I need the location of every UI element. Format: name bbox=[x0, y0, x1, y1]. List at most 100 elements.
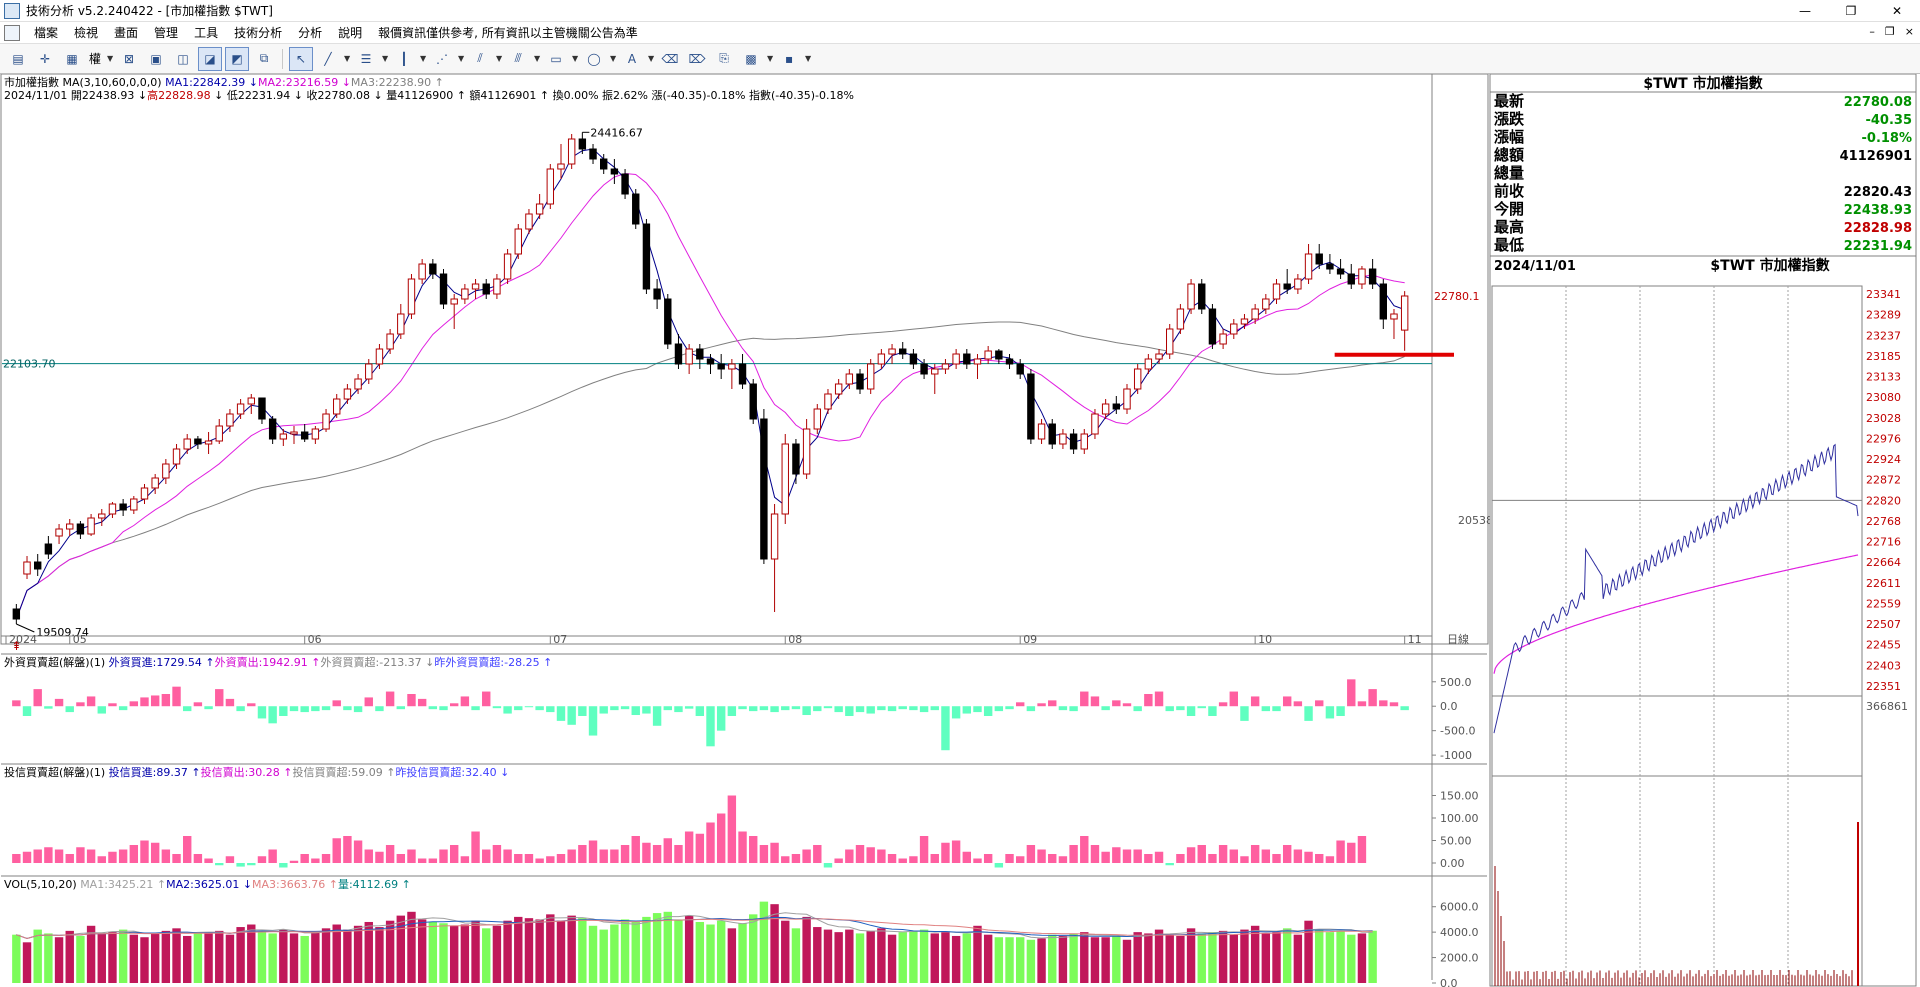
menu-file[interactable]: 檔案 bbox=[26, 24, 66, 41]
settings-chart-icon[interactable]: ⧉ bbox=[252, 47, 276, 71]
indicator-bar bbox=[1058, 935, 1068, 983]
chevron-down-icon[interactable]: ▼ bbox=[647, 47, 655, 71]
menu-tools[interactable]: 工具 bbox=[186, 24, 226, 41]
x-tick-label: 08 bbox=[788, 633, 802, 646]
indicator-bar bbox=[364, 921, 373, 983]
chevron-down-icon[interactable]: ▼ bbox=[457, 47, 465, 71]
chevron-down-icon[interactable]: ▼ bbox=[609, 47, 617, 71]
indicator-bar bbox=[279, 863, 288, 868]
channel-icon[interactable]: ⫻ bbox=[506, 47, 530, 71]
minimize-button[interactable]: — bbox=[1782, 0, 1828, 22]
candlestick-pane[interactable]: 市加權指數 MA(3,10,60,0,0,0) MA1:22842.39 ↓MA… bbox=[0, 74, 1691, 980]
candle-body bbox=[279, 433, 288, 440]
volume-pane[interactable]: VOL(5,10,20) MA1:3425.21 ↑MA2:3625.01 ↓M… bbox=[1, 875, 1487, 987]
indicator-bar bbox=[919, 836, 929, 863]
indicator-bar bbox=[108, 703, 117, 707]
cursor-tool-icon[interactable]: ↖ bbox=[289, 46, 314, 71]
indicator-bar bbox=[1154, 851, 1164, 863]
indicator-bar bbox=[108, 851, 117, 863]
grid-icon[interactable]: ⊠ bbox=[117, 47, 141, 71]
menu-analysis[interactable]: 分析 bbox=[290, 24, 330, 41]
indicator-bar bbox=[1197, 933, 1206, 983]
indicator-bar bbox=[578, 918, 587, 983]
mdi-restore-button[interactable]: ❐ bbox=[1885, 25, 1895, 38]
rights-label[interactable]: 權 bbox=[87, 50, 103, 67]
indicator-bar bbox=[973, 925, 982, 983]
line-chart-icon[interactable]: ◪ bbox=[198, 46, 223, 71]
indicator-bar bbox=[866, 930, 875, 983]
copy-icon[interactable]: ⎘ bbox=[712, 47, 736, 71]
candle-body bbox=[685, 348, 693, 365]
indicator-bar bbox=[1218, 702, 1228, 707]
indicator-bar bbox=[834, 932, 843, 983]
candle-body bbox=[600, 158, 608, 170]
indicator-bar bbox=[439, 923, 448, 983]
chevron-down-icon[interactable]: ▼ bbox=[571, 47, 579, 71]
mdi-minimize-button[interactable]: – bbox=[1869, 25, 1875, 38]
menu-help[interactable]: 說明 bbox=[330, 24, 370, 41]
toolbar: ▤ ✛ ▦ 權 ▼ ⊠ ▣ ◫ ◪ ◩ ⧉ ↖ ╱ ▼ ☰ ▼ ┃ ▼ ⋰ ▼ … bbox=[0, 44, 1920, 74]
window-icon[interactable]: ◫ bbox=[171, 47, 195, 71]
chevron-down-icon[interactable]: ▼ bbox=[533, 47, 541, 71]
indicator-bar bbox=[695, 706, 705, 716]
indicator-bar bbox=[898, 706, 907, 710]
mdi-close-button[interactable]: × bbox=[1905, 25, 1914, 38]
menu-manage[interactable]: 管理 bbox=[146, 24, 186, 41]
candle-body bbox=[44, 543, 53, 555]
foreign-investor-pane[interactable]: 外資買賣超(解盤)(1) 外資買進:1729.54 ↑外資賣出:1942.91 … bbox=[1, 653, 1487, 762]
investment-trust-pane[interactable]: 投信買賣超(解盤)(1) 投信買進:89.37 ↑投信賣出:30.28 ↑投信買… bbox=[1, 763, 1487, 870]
indicator-bar bbox=[1208, 854, 1217, 863]
menu-technical-analysis[interactable]: 技術分析 bbox=[226, 24, 290, 41]
menu-screen[interactable]: 畫面 bbox=[106, 24, 146, 41]
trendline-icon[interactable]: ╱ bbox=[316, 47, 340, 71]
technical-chart[interactable]: 市加權指數 MA(3,10,60,0,0,0) MA1:22842.39 ↓MA… bbox=[0, 74, 1920, 987]
maximize-button[interactable]: ❐ bbox=[1828, 0, 1874, 22]
indicator-bar bbox=[802, 916, 811, 983]
palette-icon[interactable]: ▩ bbox=[739, 47, 763, 71]
chevron-down-icon[interactable]: ▼ bbox=[106, 47, 114, 71]
chevron-down-icon[interactable]: ▼ bbox=[343, 47, 351, 71]
eraser-icon[interactable]: ⌦ bbox=[685, 47, 709, 71]
indicator-bar bbox=[257, 856, 267, 863]
color-box-icon[interactable]: ▣ bbox=[144, 47, 168, 71]
pane-legend-part: MA2:3625.01 ↓ bbox=[166, 878, 252, 891]
close-button[interactable]: ✕ bbox=[1874, 0, 1920, 22]
crosshair-icon[interactable]: ✛ bbox=[33, 47, 57, 71]
indicator-bar bbox=[791, 854, 801, 863]
indicator-bar bbox=[22, 706, 32, 716]
indicator-bar bbox=[492, 845, 502, 863]
chevron-down-icon[interactable]: ▼ bbox=[381, 47, 389, 71]
indicator-bar bbox=[247, 863, 256, 866]
document-icon[interactable] bbox=[4, 24, 20, 41]
chevron-down-icon[interactable]: ▼ bbox=[766, 47, 774, 71]
x-tick-label: 2024 bbox=[9, 633, 37, 646]
indicator-bar bbox=[150, 933, 160, 983]
bar-chart-icon[interactable]: ▤ bbox=[6, 47, 30, 71]
save-icon[interactable]: ▪ bbox=[777, 47, 801, 71]
indicator-bar bbox=[1165, 934, 1174, 983]
indicator-bar bbox=[86, 696, 96, 707]
split-view-icon[interactable]: ◩ bbox=[225, 46, 250, 71]
horizontal-line-icon[interactable]: ☰ bbox=[354, 47, 378, 71]
candle-body bbox=[1262, 298, 1270, 310]
indicator-bar bbox=[279, 929, 288, 983]
candle-body bbox=[632, 193, 640, 225]
text-tool-icon[interactable]: A bbox=[620, 47, 644, 71]
fan-icon[interactable]: ⋰ bbox=[430, 47, 454, 71]
chevron-down-icon[interactable]: ▼ bbox=[419, 47, 427, 71]
table-icon[interactable]: ▦ bbox=[60, 47, 84, 71]
indicator-bar bbox=[1304, 706, 1313, 721]
ellipse-icon[interactable]: ◯ bbox=[582, 47, 606, 71]
chevron-down-icon[interactable]: ▼ bbox=[495, 47, 503, 71]
menu-view[interactable]: 檢視 bbox=[66, 24, 106, 41]
y-tick-label: 100.00 bbox=[1440, 812, 1479, 825]
vertical-lines-icon[interactable]: ┃ bbox=[392, 47, 416, 71]
indicator-bar bbox=[503, 920, 512, 983]
indicator-bar bbox=[588, 706, 598, 736]
rectangle-icon[interactable]: ▭ bbox=[544, 47, 568, 71]
fibonacci-icon[interactable]: ⫽ bbox=[468, 47, 492, 71]
quote-row-label: 前收 bbox=[1494, 182, 1524, 200]
indicator-bar bbox=[1389, 702, 1399, 707]
erase-one-icon[interactable]: ⌫ bbox=[658, 47, 682, 71]
chevron-down-icon[interactable]: ▼ bbox=[804, 47, 812, 71]
